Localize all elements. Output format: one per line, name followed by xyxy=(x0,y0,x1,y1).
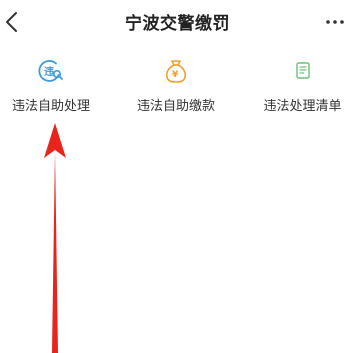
more-button[interactable] xyxy=(323,10,347,34)
violation-search-icon: 违 xyxy=(36,56,66,86)
function-label: 违法处理清单 xyxy=(263,99,342,114)
violation-record-list-entry[interactable]: 违法处理清单 xyxy=(250,56,355,126)
red-arrow-up-icon xyxy=(44,123,66,353)
svg-text:¥: ¥ xyxy=(172,70,179,80)
function-label: 违法自助处理 xyxy=(11,99,90,114)
function-label: 违法自助缴款 xyxy=(136,99,215,114)
function-grid: 违 违法自助处理 ¥ 违法自助缴款 违法处理清单 xyxy=(0,56,355,126)
page-title: 宁波交警缴罚 xyxy=(125,14,230,34)
violation-self-payment-entry[interactable]: ¥ 违法自助缴款 xyxy=(102,56,250,126)
violation-self-handle-entry[interactable]: 违 违法自助处理 xyxy=(0,56,102,126)
svg-text:违: 违 xyxy=(44,65,54,78)
screen: 宁波交警缴罚 违 违法自助处理 ¥ 违法自助缴款 违法处理清单 xyxy=(0,0,355,353)
top-nav-bar: 宁波交警缴罚 xyxy=(0,0,355,44)
money-bag-icon: ¥ xyxy=(161,56,191,86)
more-dots-icon xyxy=(326,20,344,24)
document-list-icon xyxy=(288,56,318,86)
